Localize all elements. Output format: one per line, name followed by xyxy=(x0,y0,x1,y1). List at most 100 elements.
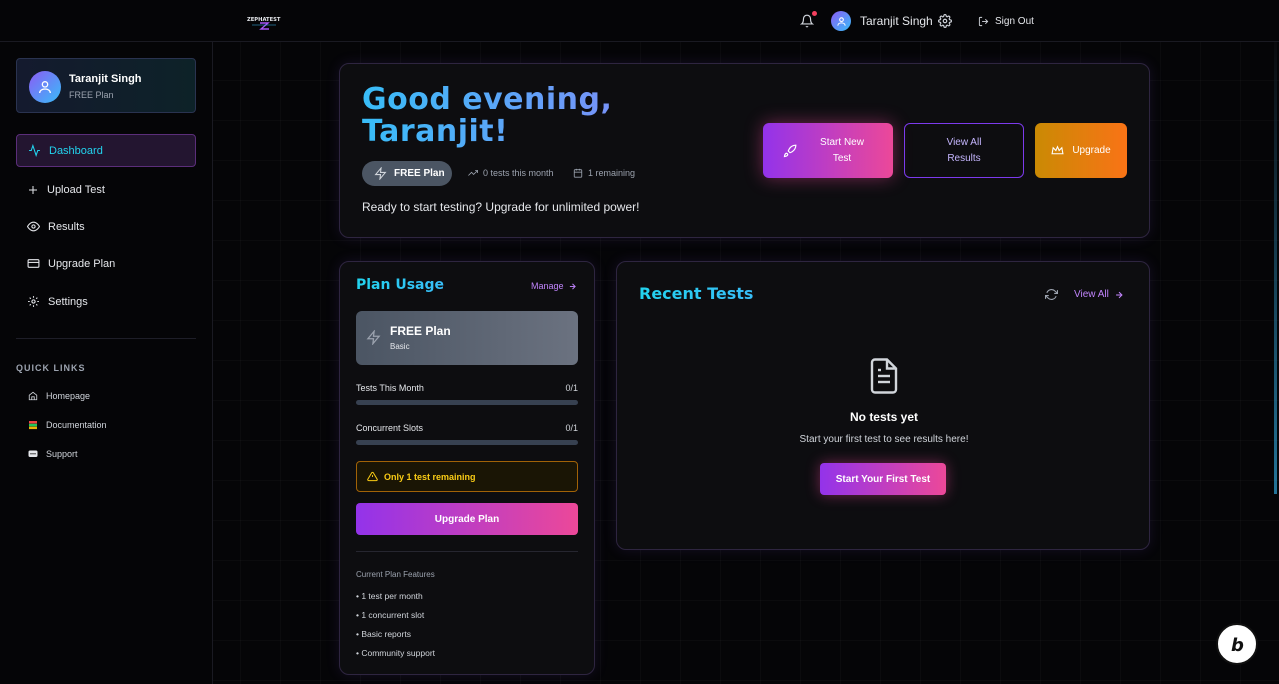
calendar-icon xyxy=(573,168,583,178)
tests-this-month: 0 tests this month xyxy=(468,168,554,178)
books-icon xyxy=(29,421,37,430)
upgrade-label: Upgrade xyxy=(1072,144,1111,156)
user-icon xyxy=(39,81,51,94)
svg-text:b: b xyxy=(1231,635,1244,655)
features-list: • 1 test per month • 1 concurrent slot •… xyxy=(356,590,435,666)
sidebar-item-label: Upgrade Plan xyxy=(48,257,116,270)
upgrade-plan-label: Upgrade Plan xyxy=(434,513,500,525)
quick-link-homepage[interactable]: Homepage xyxy=(28,391,90,401)
manage-link[interactable]: Manage xyxy=(531,281,577,291)
sidebar-item-label: Results xyxy=(48,220,85,233)
sign-out-label: Sign Out xyxy=(995,15,1034,27)
eye-icon xyxy=(27,221,40,232)
current-plan-box: FREE Plan Basic xyxy=(356,311,578,365)
avatar xyxy=(29,71,61,103)
gear-icon xyxy=(938,14,952,28)
current-plan-name: FREE Plan xyxy=(390,324,451,338)
settings-button[interactable] xyxy=(938,0,952,42)
sidebar-item-upload-test[interactable]: Upload Test xyxy=(16,173,196,206)
bolt-logo-icon: b xyxy=(1231,635,1244,655)
sidebar-item-label: Upload Test xyxy=(47,183,105,196)
current-plan-tier: Basic xyxy=(390,342,410,351)
feature-item: • 1 concurrent slot xyxy=(356,610,425,620)
chat-icon xyxy=(28,450,38,457)
activity-icon xyxy=(29,144,40,157)
sidebar-item-label: Settings xyxy=(48,295,88,308)
hero-subtitle: Ready to start testing? Upgrade for unli… xyxy=(362,200,640,214)
svg-text:ZEPHATEST: ZEPHATEST xyxy=(247,17,281,23)
sidebar-item-settings[interactable]: Settings xyxy=(16,285,196,318)
credit-card-icon xyxy=(27,259,40,268)
notification-dot xyxy=(812,11,817,16)
rocket-icon xyxy=(783,144,797,157)
empty-state-subtitle: Start your first test to see results her… xyxy=(799,434,969,445)
plan-badge-label: FREE Plan xyxy=(394,168,445,179)
start-first-test-button[interactable]: Start Your First Test xyxy=(820,463,946,495)
quick-link-support[interactable]: Support xyxy=(28,449,78,459)
arrow-right-icon xyxy=(569,283,576,289)
start-new-test-label: Start New Test xyxy=(820,136,864,164)
view-all-results-button[interactable]: View All Results xyxy=(904,123,1024,178)
refresh-icon xyxy=(1045,289,1058,300)
feature-item: • Basic reports xyxy=(356,629,411,639)
gear-icon xyxy=(28,296,39,307)
slots-usage-value: 0/1 xyxy=(565,423,578,433)
tests-remaining-text: 1 remaining xyxy=(588,168,636,178)
start-new-test-button[interactable]: Start New Test xyxy=(763,123,893,178)
view-all-results-label: View All Results xyxy=(946,136,982,164)
home-icon xyxy=(28,391,38,401)
sign-out-button[interactable]: Sign Out xyxy=(978,0,1034,42)
tests-this-month-text: 0 tests this month xyxy=(483,168,554,178)
lightning-icon xyxy=(366,330,381,345)
slots-usage-bar xyxy=(356,440,578,445)
refresh-button[interactable] xyxy=(1045,288,1058,301)
profile-name: Taranjit Singh xyxy=(69,73,142,85)
divider xyxy=(356,551,578,552)
tests-usage-label: Tests This Month xyxy=(356,383,424,393)
welcome-card: Good evening, Taranjit! FREE Plan 0 test… xyxy=(339,63,1150,238)
remaining-warning: Only 1 test remaining xyxy=(356,461,578,492)
profile-plan: FREE Plan xyxy=(69,90,114,100)
bolt-badge[interactable]: b xyxy=(1216,623,1258,665)
upgrade-button[interactable]: Upgrade xyxy=(1035,123,1127,178)
user-icon xyxy=(836,16,846,26)
view-all-label: View All xyxy=(1074,289,1109,300)
slots-usage-label: Concurrent Slots xyxy=(356,423,424,433)
plan-usage-title: Plan Usage xyxy=(356,277,445,293)
plus-icon xyxy=(29,185,37,194)
quick-link-label: Support xyxy=(46,449,78,459)
document-icon xyxy=(866,356,902,396)
notifications-button[interactable] xyxy=(800,0,818,42)
features-title: Current Plan Features xyxy=(356,570,435,579)
feature-item: • 1 test per month xyxy=(356,591,423,601)
tests-remaining: 1 remaining xyxy=(573,168,635,178)
quick-link-documentation[interactable]: Documentation xyxy=(28,420,107,430)
feature-item: • Community support xyxy=(356,648,436,658)
top-bar: ZEPHATEST Taranjit Singh Sign Out xyxy=(0,0,1279,42)
log-out-icon xyxy=(978,16,989,26)
user-menu[interactable]: Taranjit Singh xyxy=(831,0,933,42)
quick-links-title: QUICK LINKS xyxy=(16,363,86,373)
bell-icon xyxy=(800,14,814,28)
plan-badge: FREE Plan xyxy=(362,161,452,186)
view-all-link[interactable]: View All xyxy=(1074,289,1124,300)
greeting-title: Good evening, Taranjit! xyxy=(362,84,652,148)
tests-usage-value: 0/1 xyxy=(565,383,578,393)
warning-text: Only 1 test remaining xyxy=(384,471,476,482)
scrollbar[interactable] xyxy=(1274,42,1277,494)
upgrade-plan-button[interactable]: Upgrade Plan xyxy=(356,503,578,535)
sidebar-item-results[interactable]: Results xyxy=(16,210,196,243)
sidebar-item-dashboard[interactable]: Dashboard xyxy=(16,134,196,167)
app-logo[interactable]: ZEPHATEST xyxy=(246,12,282,30)
trending-up-icon xyxy=(468,170,478,176)
sidebar-item-label: Dashboard xyxy=(49,144,103,157)
warning-icon xyxy=(367,471,378,482)
sidebar: Taranjit Singh FREE Plan Dashboard Uploa… xyxy=(0,42,213,684)
start-first-test-label: Start Your First Test xyxy=(835,473,931,485)
profile-card[interactable]: Taranjit Singh FREE Plan xyxy=(16,58,196,113)
manage-label: Manage xyxy=(531,281,564,291)
sidebar-item-upgrade-plan[interactable]: Upgrade Plan xyxy=(16,247,196,280)
user-name: Taranjit Singh xyxy=(860,14,933,28)
recent-tests-card: Recent Tests View All No tests yet Start… xyxy=(616,261,1150,550)
empty-state-title: No tests yet xyxy=(849,410,919,424)
